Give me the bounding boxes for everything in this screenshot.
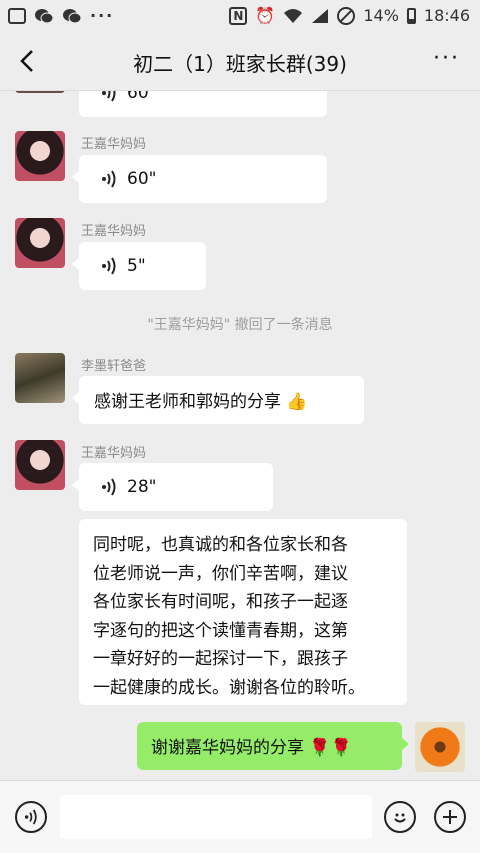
- voice-wave-icon: [24, 809, 37, 825]
- message-input-bar: [0, 780, 480, 853]
- sender-name: 王嘉华妈妈: [81, 446, 147, 461]
- thumbs-up-icon: 👍: [286, 392, 308, 412]
- avatar[interactable]: [15, 353, 65, 403]
- message-line: 各位家长有时间呢，和孩子一起逐: [93, 592, 348, 612]
- message-line: 同时呢，也真诚的和各位家长和各: [93, 535, 348, 555]
- avatar[interactable]: [15, 218, 65, 268]
- sender-name: 王嘉华妈妈: [81, 224, 147, 239]
- message-text: 谢谢嘉华妈妈的分享: [151, 738, 304, 758]
- own-avatar[interactable]: [415, 722, 465, 772]
- avatar[interactable]: [15, 440, 65, 490]
- chat-header: 初二（1）班家长群(39) ···: [0, 34, 480, 91]
- clock-time: 18:46: [423, 6, 470, 25]
- avatar[interactable]: [15, 131, 65, 181]
- more-notifications-icon: ···: [90, 6, 115, 25]
- voice-message-bubble[interactable]: 28": [72, 463, 273, 511]
- rose-icon: 🌹🌹: [309, 738, 352, 758]
- message-line: 一章好好的一起探讨一下，跟孩子: [93, 649, 348, 669]
- chat-title: 初二（1）班家长群(39): [133, 52, 347, 76]
- own-message-bubble[interactable]: 谢谢嘉华妈妈的分享 🌹🌹: [137, 722, 409, 770]
- recall-notice: "王嘉华妈妈" 撤回了一条消息: [147, 317, 333, 333]
- alarm-icon: ⏰: [255, 6, 276, 25]
- smiley-icon: [394, 813, 406, 823]
- avatar[interactable]: [15, 91, 65, 93]
- plus-icon: [443, 810, 457, 824]
- voice-duration: 60": [127, 91, 157, 103]
- message-text: 感谢王老师和郭妈的分享: [94, 392, 281, 412]
- voice-wave-icon: [102, 91, 116, 102]
- voice-duration: 60": [127, 169, 157, 189]
- battery-percent: 14%: [363, 6, 399, 25]
- message-line: 字逐句的把这个读懂青春期，这第: [93, 620, 348, 641]
- message-line: 位老师说一声，你们辛苦啊，建议: [93, 563, 348, 584]
- dnd-icon: [337, 6, 356, 25]
- text-message-bubble[interactable]: 感谢王老师和郭妈的分享 👍: [72, 376, 364, 424]
- chat-message-list[interactable]: 60" 王嘉华妈妈 60" 王嘉华妈妈 5" "王嘉华妈妈" 撤回了一条消息 李…: [0, 91, 480, 781]
- emoji-button[interactable]: [384, 801, 416, 833]
- message-text-input[interactable]: [60, 795, 372, 839]
- message-line: 一起健康的成长。谢谢各位的聆听。: [93, 677, 365, 698]
- more-options-icon[interactable]: ···: [433, 46, 460, 71]
- voice-wave-icon: [102, 170, 116, 188]
- battery-icon: [406, 7, 416, 24]
- text-message-bubble[interactable]: 同时呢，也真诚的和各位家长和各 位老师说一声，你们辛苦啊，建议 各位家长有时间呢…: [79, 519, 407, 705]
- wechat-icon: [35, 8, 54, 23]
- wechat-icon-2: [63, 8, 82, 23]
- voice-message-bubble[interactable]: 60": [72, 155, 327, 203]
- gallery-icon: [8, 7, 26, 24]
- signal-icon: [312, 8, 329, 23]
- voice-duration: 5": [127, 256, 146, 276]
- voice-wave-icon: [102, 478, 116, 496]
- status-bar: ··· N ⏰ 14% 18:46: [0, 0, 480, 34]
- voice-wave-icon: [102, 257, 116, 275]
- sender-name: 王嘉华妈妈: [81, 137, 147, 152]
- voice-message-bubble[interactable]: 5": [72, 242, 206, 290]
- more-features-button[interactable]: [434, 801, 466, 833]
- voice-message-bubble[interactable]: 60": [79, 91, 327, 117]
- wifi-icon: [284, 8, 303, 23]
- sender-name: 李墨轩爸爸: [81, 359, 147, 374]
- voice-input-toggle[interactable]: [15, 801, 47, 833]
- nfc-icon: N: [229, 6, 248, 25]
- voice-duration: 28": [127, 477, 157, 497]
